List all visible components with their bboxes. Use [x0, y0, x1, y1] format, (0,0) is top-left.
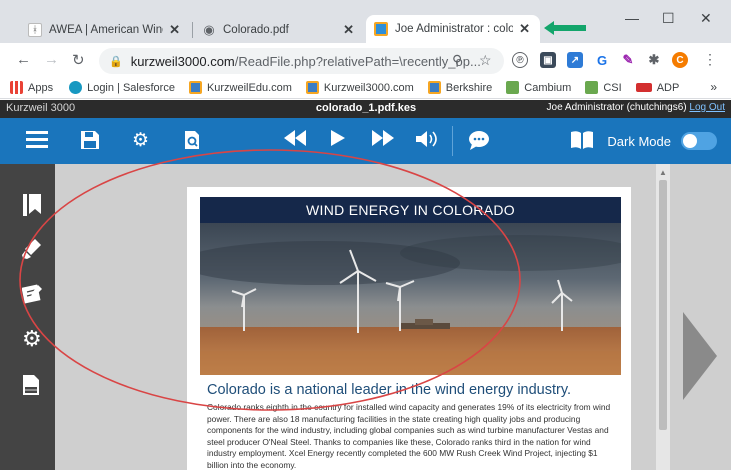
toolbar-divider — [452, 126, 453, 156]
hamburger-menu-icon[interactable] — [26, 130, 48, 148]
close-icon[interactable]: ✕ — [343, 22, 354, 38]
dark-mode-control: Dark Mode — [607, 132, 717, 150]
back-icon[interactable]: ← — [16, 51, 31, 68]
bookmark-label: Login | Salesforce — [87, 81, 175, 94]
extension-icon[interactable]: G — [594, 52, 610, 68]
volume-icon[interactable] — [416, 130, 438, 148]
close-icon[interactable]: ✕ — [519, 21, 530, 37]
fast-forward-icon[interactable] — [372, 130, 394, 146]
minimize-icon[interactable]: — — [625, 10, 639, 26]
bookmark-label: Apps — [28, 81, 54, 94]
bookmark-berkshire[interactable]: Berkshire — [427, 81, 493, 94]
bookmark-icon[interactable] — [22, 194, 42, 216]
scrollbar-thumb[interactable] — [659, 180, 667, 430]
extension-icon[interactable]: ↗ — [567, 52, 583, 68]
dark-mode-label: Dark Mode — [607, 133, 671, 149]
window-close-icon[interactable]: ✕ — [700, 10, 712, 27]
bookmark-kurzweiledu[interactable]: KurzweilEdu.com — [188, 81, 292, 94]
scroll-up-icon[interactable]: ▲ — [659, 168, 667, 177]
app-brand: Kurzweil 3000 — [6, 102, 76, 114]
star-icon[interactable]: ☆ — [479, 52, 492, 69]
extension-icon[interactable]: ▣ — [540, 52, 556, 68]
save-icon[interactable] — [80, 130, 100, 150]
forward-icon[interactable]: → — [44, 51, 59, 68]
reload-icon[interactable]: ↻ — [72, 51, 85, 69]
close-icon[interactable]: ✕ — [169, 22, 180, 38]
tab-colorado-pdf[interactable]: ◉ Colorado.pdf ✕ — [194, 17, 364, 43]
profile-avatar[interactable]: C — [672, 52, 688, 68]
bookmarks-bar: Apps Login | Salesforce KurzweilEdu.com … — [0, 77, 731, 99]
speech-settings-icon[interactable]: ⚙ — [132, 130, 149, 152]
extension-icon[interactable]: ℗ — [512, 52, 528, 68]
puzzle-icon[interactable]: ✱ — [646, 52, 662, 68]
more-bookmarks-icon[interactable]: » — [710, 80, 717, 94]
rewind-icon[interactable] — [284, 130, 306, 146]
vertical-scrollbar[interactable]: ▲ — [656, 164, 670, 470]
tab-joe-administrator[interactable]: Joe Administrator : colorad ✕ — [366, 15, 540, 43]
bookmark-label: Berkshire — [445, 81, 493, 94]
cambium-icon — [506, 81, 520, 94]
address-bar[interactable]: 🔒 kurzweil3000.com/ReadFile.php?relative… — [99, 48, 504, 74]
kurzweil-icon — [374, 22, 388, 36]
extension-icon[interactable]: ✎ — [620, 52, 636, 68]
browser-tab-strip: ᚼ AWEA | American Wind En ✕ ◉ Colorado.p… — [0, 0, 731, 43]
toggle-knob — [683, 134, 697, 148]
notes-icon[interactable] — [21, 282, 42, 304]
maximize-icon[interactable]: ☐ — [662, 10, 675, 27]
lock-icon: 🔒 — [109, 55, 123, 68]
kurzweil-icon — [427, 81, 441, 94]
document-name: colorado_1.pdf.kes — [315, 102, 417, 114]
awea-icon: ᚼ — [28, 23, 42, 37]
document-headline: Colorado is a national leader in the win… — [207, 382, 572, 398]
kurzweil-icon — [305, 81, 319, 94]
globe-icon: ◉ — [203, 22, 215, 37]
annotation-arrow-icon — [544, 21, 586, 35]
document-icon[interactable] — [22, 374, 42, 396]
bookmark-cambium[interactable]: Cambium — [506, 81, 571, 94]
user-info: Joe Administrator (chutchings6) Log Out — [547, 102, 725, 113]
highlighter-icon[interactable] — [22, 238, 42, 260]
tab-title: Joe Administrator : colorad — [395, 23, 514, 35]
tab-awea[interactable]: ᚼ AWEA | American Wind En ✕ — [20, 17, 190, 43]
book-icon[interactable] — [570, 130, 594, 150]
bookmark-label: KurzweilEdu.com — [206, 81, 292, 94]
dark-mode-toggle[interactable] — [681, 132, 717, 150]
left-sidebar: ⚙ — [0, 164, 55, 470]
settings-icon[interactable]: ⚙ — [22, 328, 42, 350]
salesforce-icon — [69, 81, 83, 94]
bookmark-salesforce[interactable]: Login | Salesforce — [69, 81, 175, 94]
tab-title: Colorado.pdf — [223, 24, 289, 36]
next-page-arrow-icon[interactable] — [683, 312, 717, 400]
bookmark-label: Kurzweil3000.com — [323, 81, 414, 94]
tab-title: AWEA | American Wind En — [49, 24, 163, 36]
apps-grid-icon — [10, 81, 23, 94]
bookmark-label: ADP — [656, 81, 680, 94]
adp-icon — [635, 83, 652, 92]
address-row: ← → ↻ 🔒 kurzweil3000.com/ReadFile.php?re… — [0, 43, 731, 77]
bookmark-label: CSI — [603, 81, 622, 94]
kurzweil-icon — [188, 81, 202, 94]
user-name: Joe Administrator (chutchings6) — [546, 102, 687, 113]
play-icon[interactable] — [331, 130, 345, 146]
bookmark-label: Cambium — [524, 81, 572, 94]
url-path: /ReadFile.php?relativePath=\recently_op.… — [234, 53, 481, 69]
bookmark-adp[interactable]: ADP — [635, 81, 680, 94]
chat-bubble-icon[interactable] — [468, 130, 490, 150]
search-icon[interactable]: ⚲ — [452, 52, 462, 69]
menu-icon[interactable]: ⋮ — [703, 51, 717, 68]
url-text[interactable]: kurzweil3000.com/ReadFile.php?relativePa… — [131, 54, 481, 69]
document-search-icon[interactable] — [184, 130, 200, 150]
bookmark-apps[interactable]: Apps — [10, 81, 53, 94]
csi-icon — [585, 81, 599, 94]
bookmark-csi[interactable]: CSI — [585, 81, 622, 94]
document-banner: WIND ENERGY IN COLORADO — [200, 197, 621, 223]
app-toolbar: ⚙ Dark Mode — [0, 118, 731, 164]
document-body-text: Colorado ranks eighth in the country for… — [207, 402, 611, 470]
url-domain: kurzweil3000.com — [130, 53, 235, 69]
tab-divider — [192, 22, 193, 38]
bookmark-kurzweil3000[interactable]: Kurzweil3000.com — [305, 81, 414, 94]
logout-link[interactable]: Log Out — [689, 102, 725, 113]
app-header: Kurzweil 3000 colorado_1.pdf.kes Joe Adm… — [0, 100, 731, 118]
wind-farm-photo — [200, 223, 621, 375]
